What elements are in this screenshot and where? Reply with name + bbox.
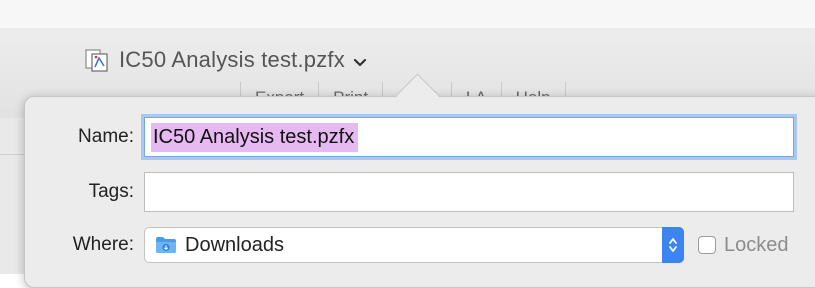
tags-row: Tags: <box>36 172 794 212</box>
where-label: Where: <box>72 234 134 255</box>
name-field-value[interactable]: IC50 Analysis test.pzfx <box>151 122 359 152</box>
locked-checkbox[interactable] <box>698 236 716 254</box>
name-field[interactable]: IC50 Analysis test.pzfx <box>144 117 794 157</box>
document-icon <box>83 47 113 73</box>
name-row: Name: IC50 Analysis test.pzfx <box>36 117 794 157</box>
tags-field[interactable] <box>144 172 794 212</box>
tags-label: Tags: <box>88 181 134 202</box>
window-title: IC50 Analysis test.pzfx <box>119 47 345 72</box>
where-popup-value: Downloads <box>185 233 284 256</box>
downloads-folder-icon <box>155 236 177 254</box>
where-popup[interactable]: Downloads <box>144 227 684 263</box>
name-label: Name: <box>78 126 134 147</box>
window-title-area[interactable]: IC50 Analysis test.pzfx <box>83 46 367 74</box>
where-row: Where: Downloads Locked <box>36 227 789 263</box>
chevron-down-icon[interactable] <box>353 55 367 67</box>
popup-stepper-icon[interactable] <box>662 227 684 263</box>
locked-label[interactable]: Locked <box>724 234 789 257</box>
top-strip <box>0 0 815 28</box>
